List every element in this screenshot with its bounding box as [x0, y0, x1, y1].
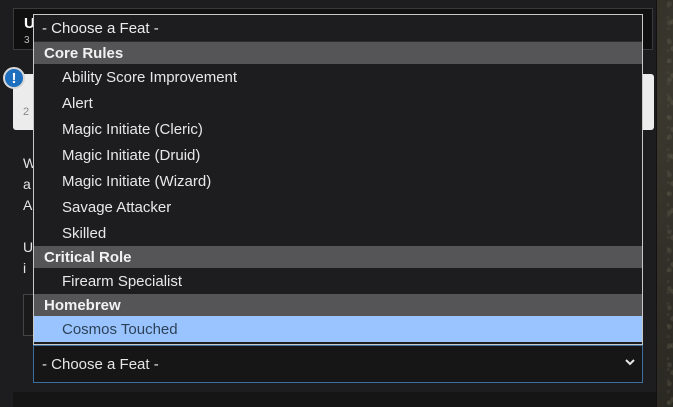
group-header-core-rules: Core Rules: [34, 42, 642, 64]
dropdown-placeholder-option[interactable]: - Choose a Feat -: [34, 15, 642, 42]
option-skilled[interactable]: Skilled: [34, 220, 642, 246]
feat-dropdown-list[interactable]: - Choose a Feat - Core Rules Ability Sco…: [33, 14, 643, 345]
option-ability-score-improvement[interactable]: Ability Score Improvement: [34, 64, 642, 90]
option-alert[interactable]: Alert: [34, 90, 642, 116]
feat-select[interactable]: - Choose a Feat -: [33, 345, 643, 383]
option-firearm-specialist[interactable]: Firearm Specialist: [34, 268, 642, 294]
panel-footer: [13, 392, 656, 407]
panel-subtitle: 3: [24, 35, 30, 46]
group-header-homebrew: Homebrew: [34, 294, 642, 316]
group-header-critical-role: Critical Role: [34, 246, 642, 268]
chevron-down-icon: [625, 359, 635, 366]
instruction-line: i: [23, 260, 27, 276]
feat-select-value: - Choose a Feat -: [42, 355, 159, 373]
exclamation-icon: !: [3, 67, 25, 89]
instruction-paragraph: U i: [23, 237, 33, 279]
option-magic-initiate-wizard[interactable]: Magic Initiate (Wizard): [34, 168, 642, 194]
instruction-line: U: [23, 239, 34, 255]
alert-text: 2: [23, 106, 30, 118]
option-cosmos-touched[interactable]: Cosmos Touched: [34, 316, 642, 342]
option-magic-initiate-cleric[interactable]: Magic Initiate (Cleric): [34, 116, 642, 142]
option-savage-attacker[interactable]: Savage Attacker: [34, 194, 642, 220]
option-magic-initiate-druid[interactable]: Magic Initiate (Druid): [34, 142, 642, 168]
